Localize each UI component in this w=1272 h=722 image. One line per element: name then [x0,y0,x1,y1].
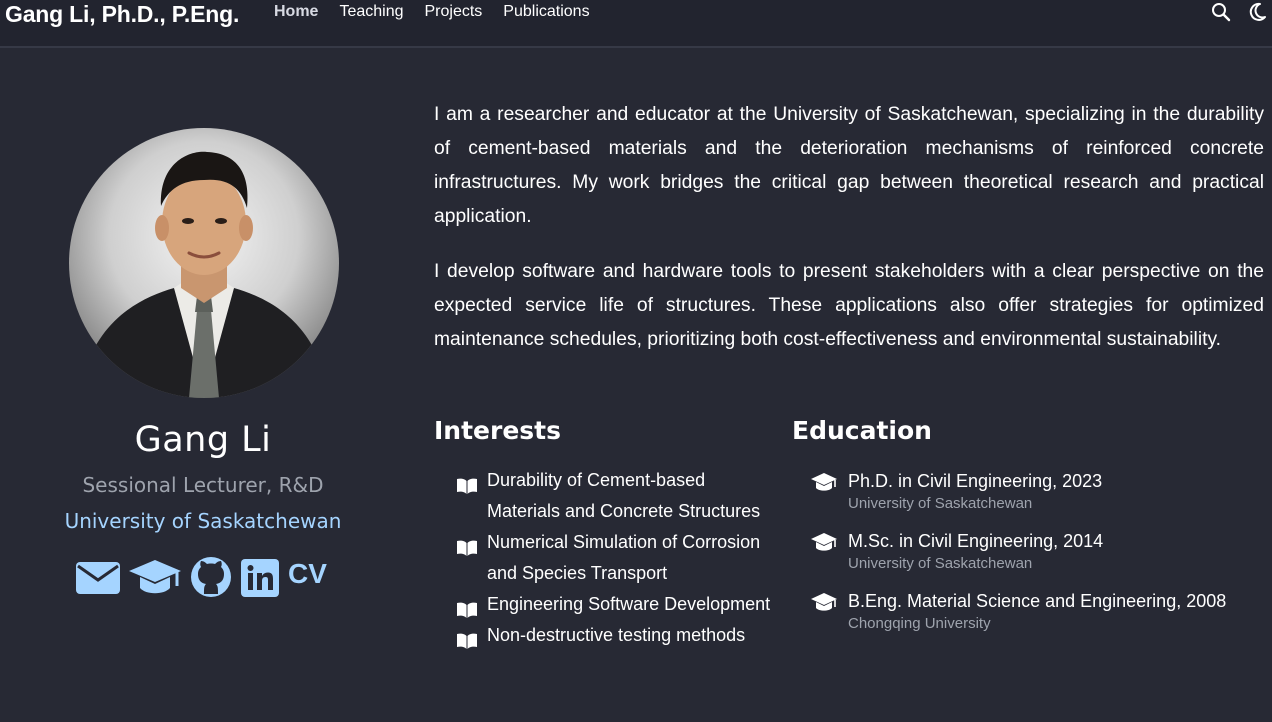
interests-list: Durability of Cement-based Materials and… [456,465,776,651]
nav-projects[interactable]: Projects [425,3,483,21]
bio-paragraph-2: I develop software and hardware tools to… [434,261,1264,350]
interests-title: Interests [434,416,562,445]
list-item: B.Eng. Material Science and Engineering,… [810,587,1260,647]
book-icon [456,535,478,566]
interest-label: Numerical Simulation of Corrosion and Sp… [487,532,761,583]
site-brand[interactable]: Gang Li, Ph.D., P.Eng. [5,1,239,28]
list-item: Ph.D. in Civil Engineering, 2023 Univers… [810,467,1260,527]
envelope-icon[interactable] [76,562,120,599]
education-degree: B.Eng. Material Science and Engineering,… [848,591,1227,611]
nav-links: Home Teaching Projects Publications [274,3,611,21]
education-school: University of Saskatchewan [848,555,1033,572]
nav-teaching[interactable]: Teaching [339,3,403,21]
bio: I am a researcher and educator at the Un… [434,98,1264,378]
graduation-cap-icon [810,532,838,557]
book-icon [456,473,478,504]
list-item: Non-destructive testing methods [456,620,776,651]
profile-role: Sessional Lecturer, R&D [82,473,324,497]
list-item: Numerical Simulation of Corrosion and Sp… [456,527,776,589]
education-degree: Ph.D. in Civil Engineering, 2023 [848,471,1103,491]
moon-icon[interactable] [1248,2,1266,27]
portrait-image [79,151,329,398]
interest-label: Durability of Cement-based Materials and… [487,470,761,521]
navbar: Gang Li, Ph.D., P.Eng. Home Teaching Pro… [0,0,1272,48]
education-title: Education [792,416,932,445]
graduation-cap-icon [810,592,838,617]
education-degree: M.Sc. in Civil Engineering, 2014 [848,531,1104,551]
profile-organization-link[interactable]: University of Saskatchewan [0,509,406,533]
interest-label: Engineering Software Development [487,594,771,614]
graduation-cap-icon[interactable] [128,558,182,601]
profile-name: Gang Li [134,420,272,460]
book-icon [456,628,478,659]
education-school: University of Saskatchewan [848,495,1033,512]
education-school: Chongqing University [848,615,991,632]
interest-label: Non-destructive testing methods [487,625,746,645]
list-item: M.Sc. in Civil Engineering, 2014 Univers… [810,527,1260,587]
cv-link[interactable]: CV [288,558,327,590]
avatar [69,128,339,398]
list-item: Durability of Cement-based Materials and… [456,465,776,527]
search-icon[interactable] [1211,2,1231,27]
education-list: Ph.D. in Civil Engineering, 2023 Univers… [810,467,1260,647]
nav-home[interactable]: Home [274,3,318,21]
linkedin-icon[interactable] [241,559,279,602]
bio-paragraph-1: I am a researcher and educator at the Un… [434,104,1264,227]
nav-publications[interactable]: Publications [503,3,589,21]
graduation-cap-icon [810,472,838,497]
github-icon[interactable] [190,556,232,603]
list-item: Engineering Software Development [456,589,776,620]
